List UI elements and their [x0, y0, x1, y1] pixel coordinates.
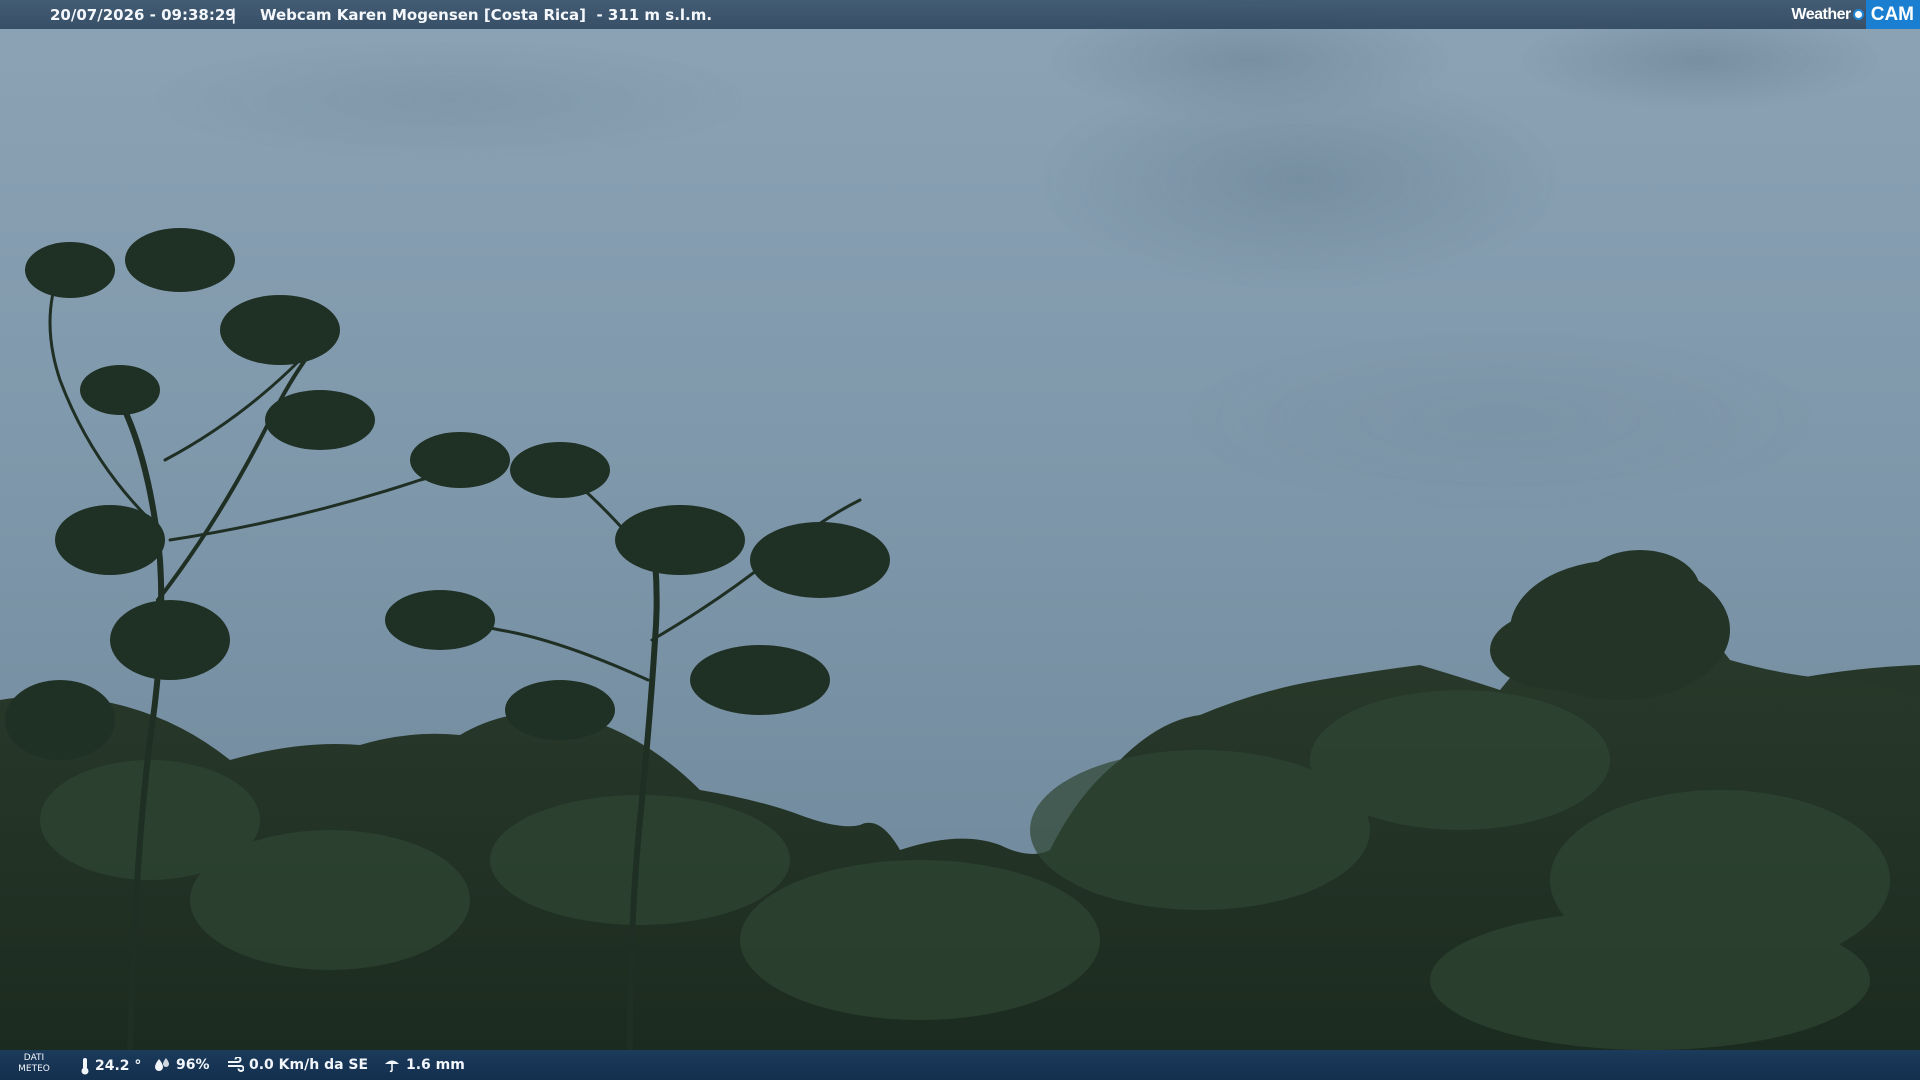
timestamp: 20/07/2026 - 09:38:29	[50, 6, 236, 24]
thermometer-icon	[81, 1058, 89, 1075]
rain-value: 1.6 mm	[406, 1057, 465, 1073]
logo-cam-text: CAM	[1865, 0, 1920, 29]
wind-icon	[228, 1057, 244, 1072]
wind-value: 0.0 Km/h da SE	[249, 1057, 369, 1073]
weather-data-label: DATI METEO	[18, 1053, 50, 1074]
wind-metric: 0.0 Km/h da SE	[226, 1057, 368, 1073]
humidity-value: 96%	[176, 1057, 210, 1073]
header-separator: |	[231, 6, 237, 24]
temperature-metric: 24.2 °	[80, 1057, 141, 1075]
humidity-drops-icon	[155, 1058, 169, 1071]
logo-dot-icon	[1852, 9, 1864, 20]
top-info-bar: 20/07/2026 - 09:38:29 | Webcam Karen Mog…	[0, 0, 1920, 29]
webcam-image	[0, 0, 1920, 1080]
humidity-metric: 96%	[153, 1057, 210, 1073]
rain-metric: 1.6 mm	[383, 1057, 465, 1073]
camera-title: Webcam Karen Mogensen [Costa Rica] - 311…	[260, 6, 713, 24]
logo-weather-text: Weather	[1791, 5, 1851, 23]
weather-data-bar: DATI METEO 24.2 ° 96% 0.0 Km/h da SE 1.6…	[0, 1050, 1920, 1080]
rain-icon	[385, 1060, 399, 1073]
weathercam-logo[interactable]: Weather CAM	[1791, 0, 1920, 29]
temperature-value: 24.2 °	[95, 1058, 142, 1074]
